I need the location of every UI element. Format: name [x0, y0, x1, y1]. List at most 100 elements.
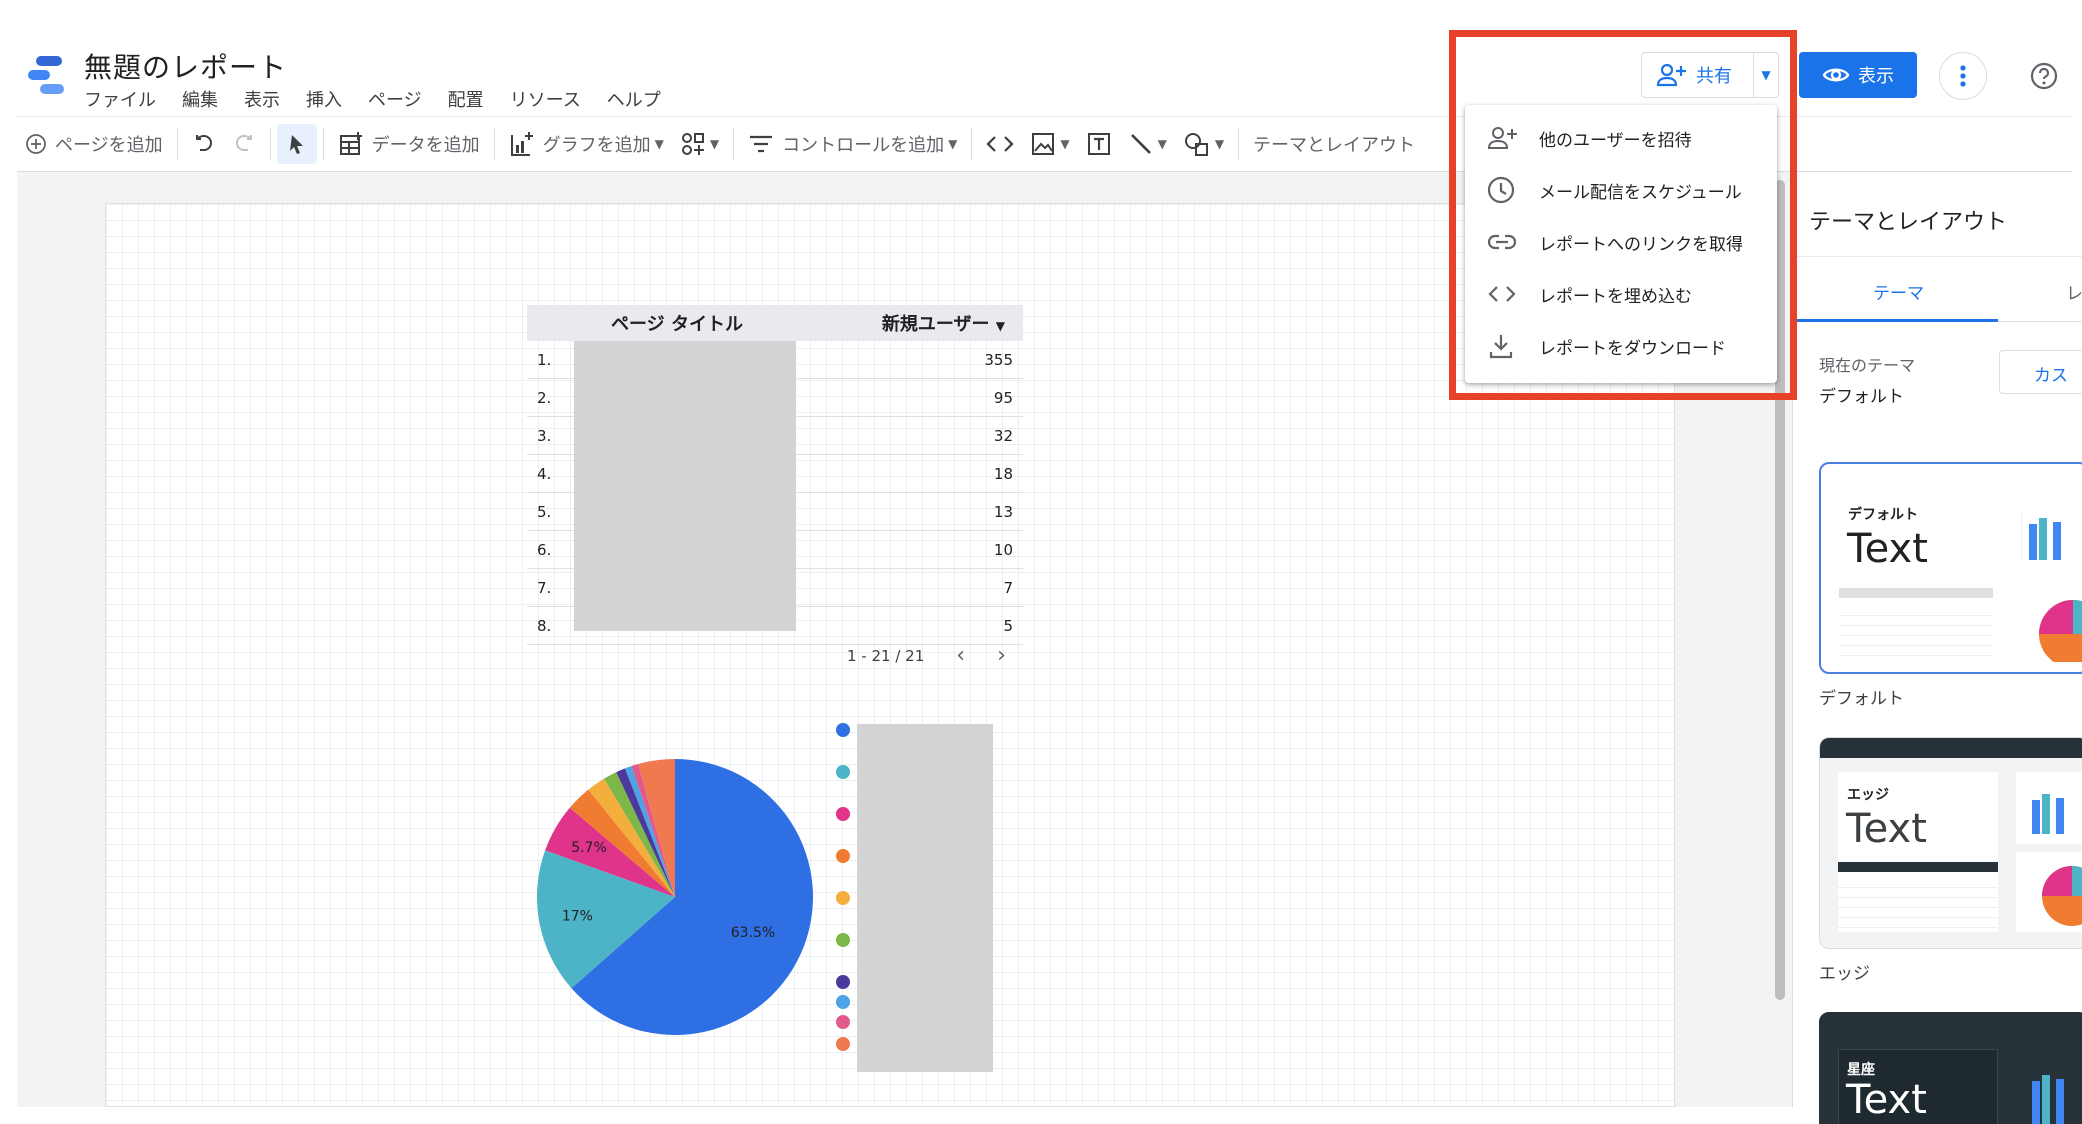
current-theme-value: デフォルト [1819, 387, 1904, 407]
add-data-label: データを追加 [371, 135, 480, 156]
active-tab-indicator [1793, 319, 1998, 322]
menu-view[interactable]: 表示 [244, 86, 280, 112]
legend-marker [836, 765, 850, 779]
add-data-icon [339, 132, 362, 155]
highlight-annotation-box [1449, 30, 1797, 400]
toolbar-divider [176, 128, 178, 160]
community-viz-button[interactable]: ▼ [672, 124, 727, 164]
code-icon [986, 136, 1014, 152]
view-button[interactable]: 表示 [1799, 52, 1917, 98]
chevron-right-icon[interactable]: › [997, 643, 1006, 668]
theme-card-sample-text: Text [1846, 806, 1927, 852]
tab-layout[interactable]: レ [2066, 279, 2082, 304]
theme-sample-chart-icon [2021, 512, 2082, 662]
panel-tabs: テーマ レ [1793, 256, 2082, 322]
table-chart[interactable]: ページ タイトル 新規ユーザー ▼ 1. 355 2. 95 3. 32 4. 18 5. 13 6… [527, 305, 1023, 645]
theme-card-edge[interactable]: エッジ Text [1819, 737, 2082, 949]
customize-theme-button[interactable]: カス [1999, 350, 2082, 394]
theme-card-name: デフォルト [1848, 507, 1918, 523]
eye-icon [1822, 68, 1850, 82]
chevron-down-icon: ▼ [1157, 137, 1167, 151]
undo-button[interactable] [184, 124, 224, 164]
image-icon [1032, 133, 1055, 155]
theme-layout-button[interactable]: テーマとレイアウト [1245, 124, 1423, 164]
view-label: 表示 [1858, 66, 1894, 87]
row-index: 7. [537, 578, 552, 597]
legend-marker [836, 723, 850, 737]
theme-edge-topbar [1820, 738, 2082, 758]
table-pagination: 1 - 21 / 21 ‹ › [847, 643, 1006, 668]
add-chart-icon [510, 132, 533, 156]
add-data-button[interactable]: データを追加 [330, 124, 488, 164]
line-icon [1130, 134, 1151, 154]
toolbar-divider [733, 128, 735, 160]
chevron-down-icon: ▼ [709, 137, 720, 151]
row-index: 3. [537, 426, 552, 445]
menu-help[interactable]: ヘルプ [607, 86, 661, 112]
menu-file[interactable]: ファイル [84, 86, 156, 112]
tab-theme[interactable]: テーマ [1873, 279, 1924, 304]
help-icon[interactable] [2030, 62, 2058, 90]
filter-icon [750, 135, 773, 153]
redo-button[interactable] [224, 124, 264, 164]
redo-icon [235, 134, 252, 151]
theme-card-name: 星座 [1847, 1062, 1875, 1078]
looker-studio-logo-icon[interactable] [26, 54, 68, 98]
pie-slice-label: 5.7% [571, 840, 607, 856]
image-button[interactable]: ▼ [1022, 124, 1077, 164]
chevron-left-icon[interactable]: ‹ [956, 643, 965, 668]
menu-page[interactable]: ページ [368, 86, 422, 112]
more-options-button[interactable] [1939, 52, 1987, 100]
legend-marker [836, 933, 850, 947]
shape-button[interactable]: ▼ [1175, 124, 1232, 164]
row-index: 6. [537, 540, 552, 559]
sort-desc-icon: ▼ [995, 319, 1005, 333]
chevron-down-icon: ▼ [1214, 137, 1225, 151]
row-index: 1. [537, 350, 552, 369]
theme-sample-chart-icon [2032, 1075, 2064, 1124]
add-page-label: ページを追加 [55, 135, 163, 156]
text-box-icon [1087, 133, 1110, 155]
add-control-button[interactable]: コントロールを追加 ▼ [740, 124, 965, 164]
add-chart-button[interactable]: グラフを追加 ▼ [501, 124, 672, 164]
menu-resource[interactable]: リソース [510, 86, 581, 112]
pie-chart[interactable]: 63.5% 17% 5.7% [530, 752, 820, 1042]
current-theme-label: 現在のテーマ [1819, 356, 1916, 375]
line-button[interactable]: ▼ [1120, 124, 1175, 164]
menu-arrange[interactable]: 配置 [448, 86, 484, 112]
theme-sample-table [1838, 878, 1998, 930]
legend-marker [836, 891, 850, 905]
embed-url-button[interactable] [978, 124, 1022, 164]
legend-marker [836, 807, 850, 821]
theme-caption-edge: エッジ [1819, 964, 1870, 984]
cursor-arrow-icon [289, 135, 303, 154]
undo-icon [195, 134, 212, 151]
add-page-button[interactable]: ページを追加 [17, 124, 171, 164]
theme-card-sample-text: Text [1847, 526, 1928, 572]
theme-sample-bar [1839, 588, 1993, 598]
select-tool-button[interactable] [276, 124, 317, 164]
theme-card-sample-text: Text [1846, 1077, 1927, 1123]
shapes-icon [1184, 133, 1208, 156]
text-box-button[interactable] [1078, 124, 1120, 164]
chevron-down-icon: ▼ [654, 137, 664, 151]
row-index: 5. [537, 502, 552, 521]
theme-card-default[interactable]: デフォルト Text [1819, 462, 2082, 674]
column-header-page-title[interactable]: ページ タイトル [527, 310, 797, 336]
chevron-down-icon: ▼ [948, 137, 958, 151]
toolbar-divider [322, 128, 324, 160]
legend-marker [836, 849, 850, 863]
add-chart-label: グラフを追加 [542, 135, 651, 156]
report-title[interactable]: 無題のレポート [84, 46, 287, 86]
toolbar-divider [493, 128, 495, 160]
menu-insert[interactable]: 挿入 [306, 86, 342, 112]
add-circle-icon [26, 134, 46, 154]
chevron-down-icon: ▼ [1060, 137, 1070, 151]
legend-marker [836, 1015, 850, 1029]
menu-edit[interactable]: 編集 [182, 86, 218, 112]
redacted-cells [574, 341, 796, 631]
row-index: 8. [537, 616, 552, 635]
menu-bar: ファイル 編集 表示 挿入 ページ 配置 リソース ヘルプ [84, 86, 687, 112]
theme-card-constellation[interactable]: 星座 Text [1819, 1012, 2082, 1124]
column-header-new-users[interactable]: 新規ユーザー ▼ [797, 310, 1023, 336]
